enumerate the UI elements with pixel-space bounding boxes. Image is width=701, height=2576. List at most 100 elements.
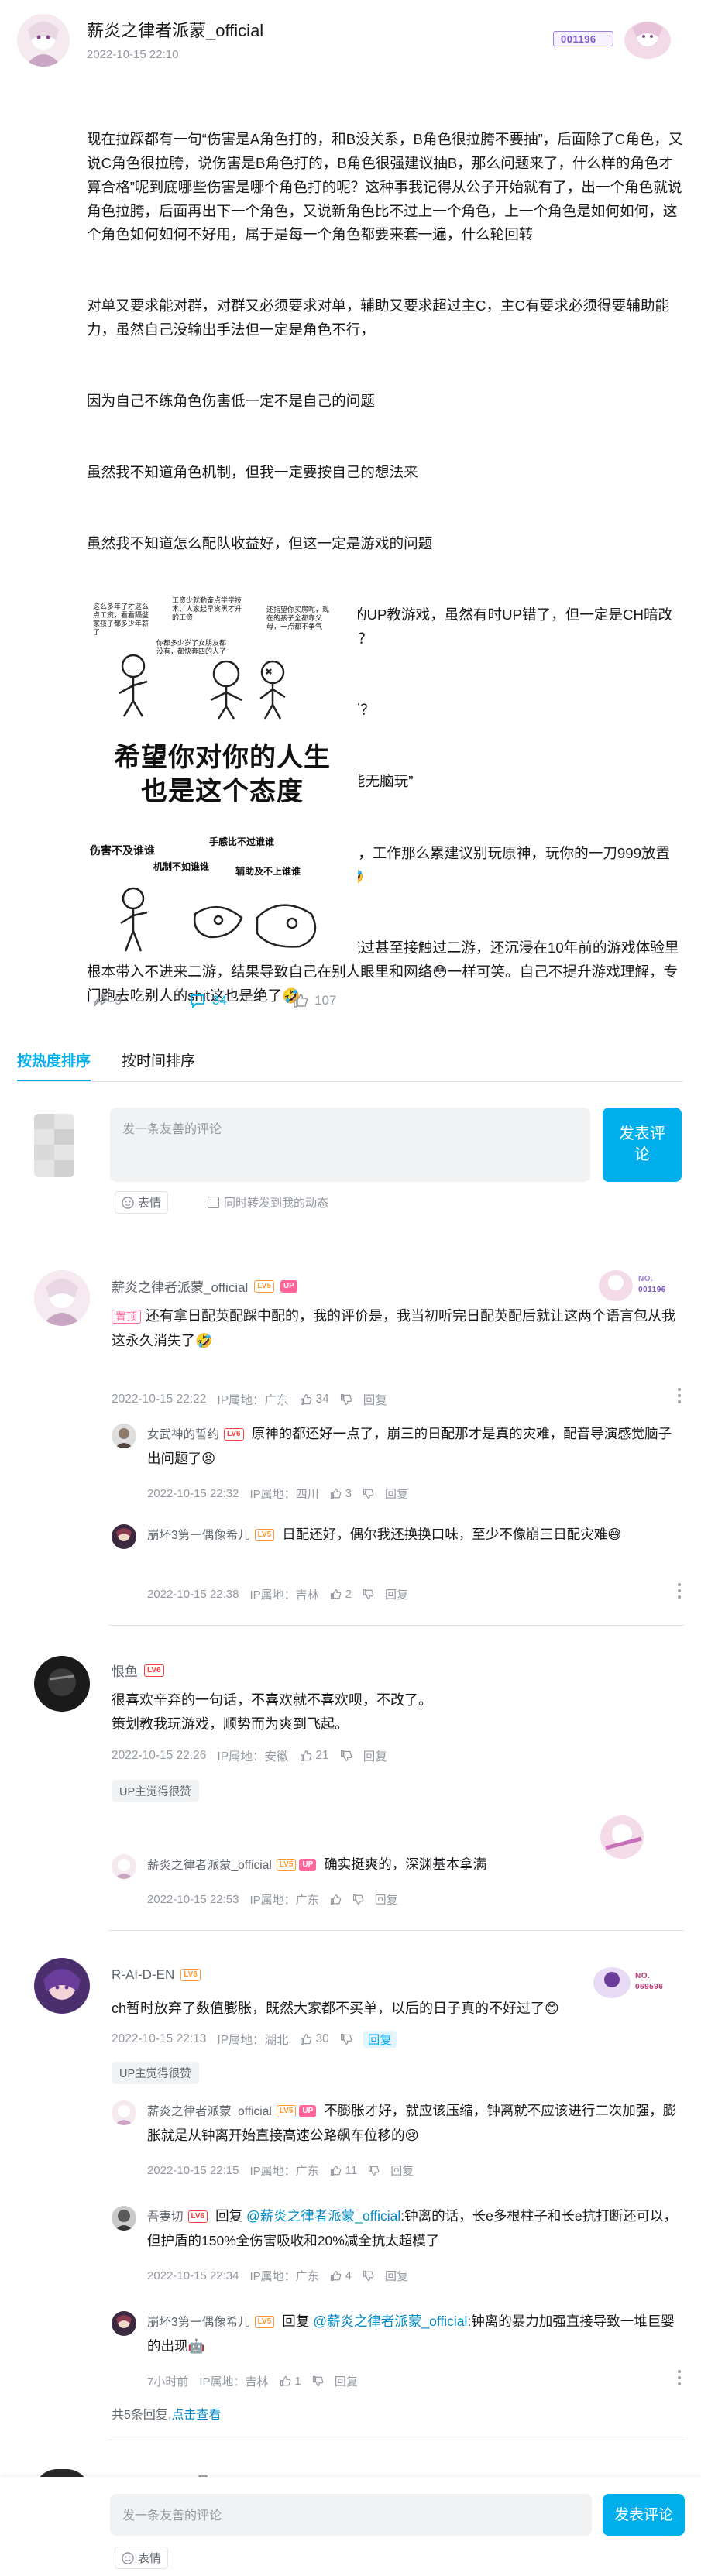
comment-dislike-button[interactable] <box>340 1393 352 1406</box>
meme-big-line: 也是这个态度 <box>141 777 304 806</box>
meme-cartoon-top <box>119 654 286 720</box>
reply-username[interactable]: 女武神的誓约 <box>147 1428 219 1441</box>
reply-reply-button[interactable]: 回复 <box>385 1485 408 1502</box>
reply-like-button[interactable]: 2 <box>330 1588 352 1601</box>
reply-like-button[interactable] <box>330 1894 342 1905</box>
forward-checkbox[interactable]: 同时转发到我的动态 <box>208 1194 328 1211</box>
reply-dislike-button[interactable] <box>368 2165 380 2176</box>
comment-like-button[interactable]: 21 <box>300 1749 329 1763</box>
comment-icon <box>191 994 204 1008</box>
comment-like-button[interactable]: 34 <box>300 1393 329 1406</box>
reply-time: 2022-10-15 22:38 <box>147 1588 239 1601</box>
reply-like-count: 2 <box>345 1588 352 1601</box>
reply-time: 2022-10-15 22:32 <box>147 1487 239 1500</box>
reply-mention-link[interactable]: @薪炎之律者派蒙_official <box>246 2208 400 2224</box>
thumbs-down-icon <box>363 1589 374 1600</box>
comment-ip: IP属地：广东 <box>217 1394 289 1407</box>
reply-meta: 7小时前 IP属地：吉林 1 回复 <box>147 2373 369 2389</box>
level-badge: LV5 <box>254 1529 275 1542</box>
meme-label: 伤害不及谁谁 <box>90 844 155 857</box>
send-comment-button[interactable]: 发表评论 <box>603 1108 682 1182</box>
level-badge: LV5 <box>276 2105 297 2118</box>
thumbs-down-icon <box>369 2165 380 2176</box>
comment-username[interactable]: R-AI-D-EN <box>112 1967 174 1983</box>
reply-reply-button[interactable]: 回复 <box>390 2162 414 2179</box>
post-paragraph: 虽然我不知道角色机制，但我一定要按自己的想法来 <box>87 464 418 481</box>
reply-dislike-button[interactable] <box>363 2270 374 2282</box>
level-badge: LV6 <box>180 1969 201 1981</box>
emoji-button[interactable]: 表情 <box>115 1191 169 1214</box>
tab-time[interactable]: 按时间排序 <box>122 1049 195 1082</box>
reply-username[interactable]: 吾妻切 <box>147 2210 184 2224</box>
reply-reply-button[interactable]: 回复 <box>335 2373 358 2389</box>
reply-dislike-button[interactable] <box>363 1488 374 1499</box>
comment-avatar[interactable] <box>34 1656 90 1712</box>
my-avatar <box>34 1114 74 1177</box>
tab-hot[interactable]: 按热度排序 <box>17 1049 91 1082</box>
reply-reply-button[interactable]: 回复 <box>385 1586 408 1602</box>
bottom-emoji-label: 表情 <box>138 2552 162 2565</box>
comment-username[interactable]: 恨鱼 <box>112 1661 138 1680</box>
comment-like-button[interactable]: 30 <box>300 2032 329 2046</box>
reply-avatar[interactable] <box>112 2311 136 2336</box>
forward-button[interactable]: 9 <box>93 993 122 1008</box>
reply-prefix: 回复 <box>215 2208 246 2224</box>
reply-dislike-button[interactable] <box>312 2375 324 2387</box>
comment-avatar[interactable] <box>34 1958 90 2014</box>
reply-like-button[interactable]: 3 <box>330 1487 352 1500</box>
comment-input[interactable]: 发一条友善的评论 <box>110 1108 590 1182</box>
thumbs-up-icon <box>330 1894 341 1905</box>
bottom-send-button[interactable]: 发表评论 <box>603 2494 685 2536</box>
reply-dislike-button[interactable] <box>363 1589 374 1600</box>
comment-count: 34 <box>212 993 227 1008</box>
reply-username[interactable]: 薪炎之律者派蒙_official <box>147 1859 272 1872</box>
comment-username[interactable]: 薪炎之律者派蒙_official <box>112 1276 248 1296</box>
comment-reply-button[interactable]: 回复 <box>363 1391 387 1408</box>
reply-like-button[interactable]: 11 <box>330 2164 357 2177</box>
more-menu-icon[interactable] <box>678 1388 682 1403</box>
post-image[interactable]: 这么多年了才这么点工资，看看隔壁家孩子都多少年薪了 工资少就勤奋点学学技术，人家… <box>87 596 358 960</box>
thumbs-down-icon <box>363 2270 374 2282</box>
reply-like-button[interactable]: 4 <box>330 2269 352 2282</box>
view-more-link[interactable]: 点击查看 <box>171 2409 221 2422</box>
reply-text: 崩坏3第一偶像希儿 LV5 日配还好，偶尔我还换换口味，至少不像崩三日配灾难😅 <box>147 1523 683 1547</box>
reply-dislike-button[interactable] <box>352 1894 364 1905</box>
reply-reply-button[interactable]: 回复 <box>385 2268 408 2284</box>
comment-dislike-button[interactable] <box>340 1750 352 1762</box>
up-liked-tag: UP主觉得很赞 <box>112 1780 199 1802</box>
reply-username[interactable]: 崩坏3第一偶像希儿 <box>147 1529 250 1542</box>
reply-avatar[interactable] <box>112 1424 136 1448</box>
reply-avatar[interactable] <box>112 2206 136 2231</box>
checkbox-box[interactable] <box>208 1197 219 1208</box>
more-menu-icon[interactable] <box>678 2370 682 2385</box>
bottom-emoji-button[interactable]: 表情 <box>115 2547 169 2569</box>
reply-mention-link[interactable]: @薪炎之律者派蒙_official <box>313 2313 467 2329</box>
reply-time: 2022-10-15 22:34 <box>147 2269 239 2282</box>
thumbs-down-icon <box>340 1750 352 1762</box>
reply-avatar[interactable] <box>112 2100 136 2125</box>
comment-time: 2022-10-15 22:26 <box>112 1749 207 1762</box>
bottom-comment-input[interactable]: 发一条友善的评论 <box>110 2494 592 2536</box>
like-button[interactable]: 107 <box>293 993 336 1008</box>
reply-avatar[interactable] <box>112 1524 136 1549</box>
comment-avatar[interactable] <box>34 1270 90 1326</box>
comment-like-count: 21 <box>315 1749 329 1762</box>
reply-avatar[interactable] <box>112 1854 136 1879</box>
reply-like-button[interactable]: 1 <box>280 2375 301 2388</box>
comment-time: 2022-10-15 22:13 <box>112 2032 207 2045</box>
reply-username[interactable]: 崩坏3第一偶像希儿 <box>147 2316 250 2329</box>
forward-icon <box>94 994 108 1007</box>
author-avatar[interactable] <box>17 14 70 67</box>
comment-dislike-button[interactable] <box>340 2033 352 2045</box>
comment-button[interactable]: 34 <box>189 993 227 1008</box>
reply-like-count: 4 <box>345 2269 352 2282</box>
post-author-name[interactable]: 薪炎之律者派蒙_official <box>87 17 263 42</box>
more-menu-icon[interactable] <box>678 1583 682 1599</box>
comment-reply-button[interactable]: 回复 <box>363 2031 397 2048</box>
meme-bubble: 工资少就勤奋点学学技术，人家起早贪黑才升的工资 <box>172 596 242 621</box>
comment-reply-button[interactable]: 回复 <box>363 1747 387 1764</box>
reply-reply-button[interactable]: 回复 <box>375 1891 398 1908</box>
comment-fan-badge: NO. 001196 <box>596 1267 689 1306</box>
comment-fan-number: 069596 <box>635 1983 664 1991</box>
reply-username[interactable]: 薪炎之律者派蒙_official <box>147 2105 272 2118</box>
